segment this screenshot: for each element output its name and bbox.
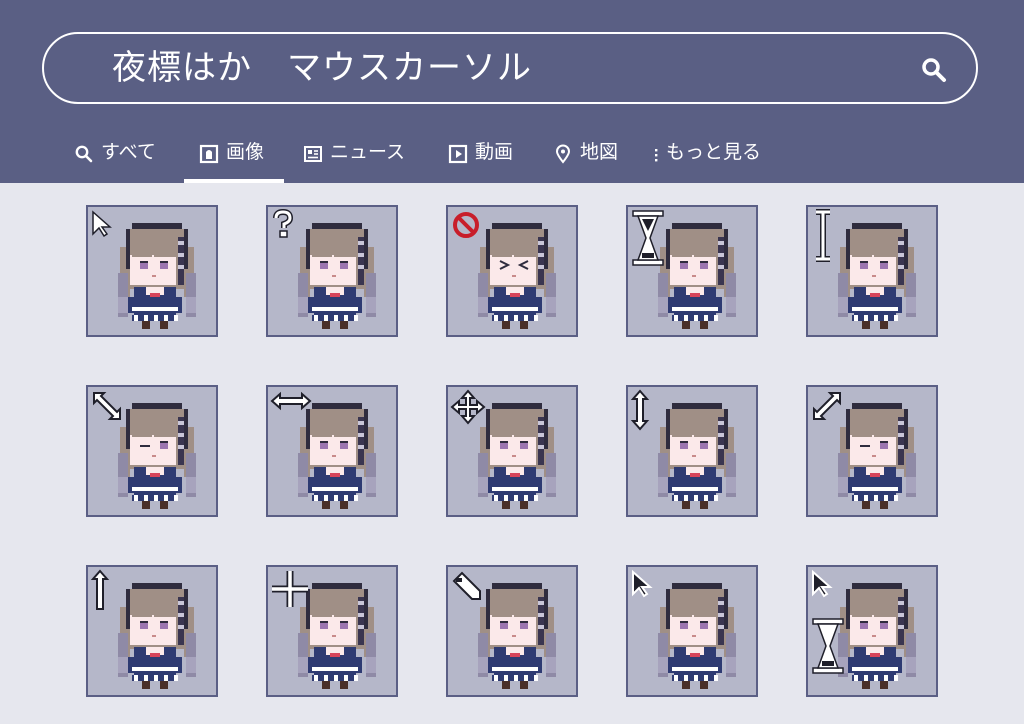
image-result[interactable] — [266, 385, 398, 517]
news-icon — [304, 146, 322, 162]
search-icon[interactable] — [920, 56, 948, 84]
image-result[interactable] — [806, 205, 938, 337]
help-question-icon — [273, 209, 294, 238]
tab-images[interactable]: 画像 — [184, 132, 284, 183]
tab-videos[interactable]: 動画 — [448, 132, 513, 183]
image-result[interactable] — [266, 205, 398, 337]
text-beam-icon — [816, 209, 830, 262]
map-pin-icon — [555, 144, 571, 164]
image-result[interactable] — [266, 565, 398, 697]
tab-label: 画像 — [226, 141, 265, 163]
search-query[interactable]: 夜標はか マウスカーソル — [112, 48, 532, 88]
resize-vertical-icon — [630, 389, 650, 431]
image-result[interactable] — [446, 205, 578, 337]
resize-diagonal-ne-sw-icon — [813, 392, 841, 420]
video-icon — [448, 144, 468, 164]
image-result[interactable] — [626, 565, 758, 697]
working-in-background-icon — [812, 569, 844, 674]
precision-crosshair-icon — [272, 571, 308, 607]
tab-news[interactable]: ニュース — [303, 132, 405, 183]
image-result[interactable] — [806, 385, 938, 517]
image-result[interactable] — [446, 565, 578, 697]
arrow-pointer-dark-icon — [632, 569, 653, 598]
tab-maps[interactable]: 地図 — [553, 132, 618, 183]
tab-label: 地図 — [580, 141, 619, 163]
busy-hourglass-icon — [632, 210, 664, 266]
tab-more[interactable]: もっと見る — [650, 132, 761, 183]
search-bar[interactable]: 夜標はか マウスカーソル — [42, 32, 978, 104]
alternate-select-up-arrow-icon — [90, 569, 110, 610]
more-dots-icon — [655, 149, 658, 162]
search-tabs: すべて 画像 ニュース 動画 地図 もっと見る — [0, 132, 1024, 183]
unavailable-icon — [453, 212, 479, 238]
tab-label: 動画 — [475, 141, 514, 163]
tab-label: ニュース — [330, 141, 406, 163]
tab-label: すべて — [101, 141, 156, 163]
image-result[interactable] — [86, 565, 218, 697]
top-header: 夜標はか マウスカーソル すべて 画像 ニュース 動画 地図 もっと見る — [0, 0, 1024, 183]
arrow-pointer-icon — [92, 210, 112, 238]
tab-label: もっと見る — [666, 141, 762, 163]
tab-all[interactable]: すべて — [74, 132, 156, 183]
search-icon — [75, 145, 93, 163]
handwriting-pen-icon — [452, 571, 481, 600]
image-icon — [199, 144, 219, 164]
move-icon — [450, 389, 486, 425]
image-result[interactable] — [806, 565, 938, 697]
resize-horizontal-icon — [270, 391, 312, 411]
image-result[interactable] — [446, 385, 578, 517]
image-result[interactable] — [86, 385, 218, 517]
resize-diagonal-nw-se-icon — [93, 392, 121, 420]
image-result[interactable] — [626, 205, 758, 337]
image-results-grid — [0, 183, 1024, 724]
image-result[interactable] — [86, 205, 218, 337]
image-result[interactable] — [626, 385, 758, 517]
